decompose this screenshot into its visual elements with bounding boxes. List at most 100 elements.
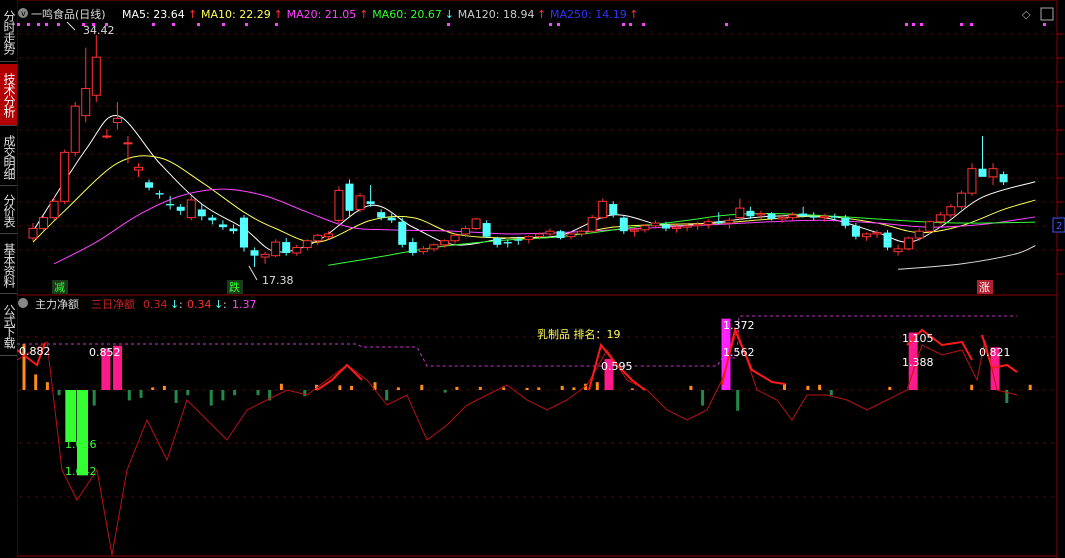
candle-body <box>777 217 787 220</box>
signal-dot <box>920 23 923 26</box>
candle-body <box>28 227 38 239</box>
moneyflow-bar <box>57 390 61 396</box>
price-header: v 一鸣食品(日线) MA5: 23.64 ↑ MA10: 22.29 ↑ MA20: … <box>18 7 1054 21</box>
candle-body <box>724 219 734 224</box>
candle-body <box>102 135 112 138</box>
indicator-collapse-icon[interactable] <box>18 298 28 308</box>
candle-body <box>387 217 396 221</box>
tab-timeshare[interactable]: 分时走势 <box>0 2 17 62</box>
moneyflow-bar <box>338 385 342 390</box>
candle-body <box>556 231 565 239</box>
candle-body <box>956 192 966 208</box>
signal-dot <box>960 23 963 26</box>
ma-legend-item: MA60: 20.67 <box>372 8 442 21</box>
candle-body <box>155 193 164 195</box>
ma120-line <box>898 245 1036 270</box>
candle-body <box>334 189 344 221</box>
svg-text::: : <box>179 298 183 311</box>
candle-body <box>946 206 956 216</box>
candle-body <box>861 233 871 238</box>
tab-price-table[interactable]: 分价表 <box>0 188 17 234</box>
price-annotations: 34.42 17.38 减 跌 涨 2 <box>52 21 1065 294</box>
candle-body <box>302 240 312 249</box>
drop-marker: 跌 <box>229 280 240 294</box>
indicator-header: 主力净额 三日净额 0.34 ↓ : 0.34 ↓ : 1.37 <box>18 297 257 311</box>
candle-body <box>650 222 660 227</box>
signal-dot <box>275 23 278 26</box>
candle-body <box>809 216 818 218</box>
candle-body <box>461 227 471 235</box>
diamond-icon[interactable]: ◇ <box>1022 8 1031 21</box>
candle-body <box>186 199 196 219</box>
candle-body <box>672 226 682 229</box>
chart-grid <box>17 0 1063 558</box>
ma-legend-item: MA5: 23.64 <box>122 8 185 21</box>
signal-dot <box>45 23 48 26</box>
signal-dot <box>197 23 200 26</box>
moneyflow-bar <box>478 386 482 390</box>
candle-body <box>967 168 977 194</box>
signal-dot <box>629 23 632 26</box>
moneyflow-bar <box>572 387 576 390</box>
candle-body <box>70 105 80 153</box>
moneyflow-bar <box>502 387 506 390</box>
moneyflow-bar <box>385 390 389 401</box>
moneyflow-bar <box>45 382 49 390</box>
moneyflow-bar <box>65 390 77 442</box>
candle-body <box>841 217 850 226</box>
moneyflow-value-label: 0.852 <box>89 346 121 359</box>
candle-body <box>229 228 238 232</box>
ma-trend-arrow: ↓ <box>445 8 454 21</box>
moneyflow-bar <box>736 390 740 411</box>
signal-dot <box>57 23 60 26</box>
candle-body <box>756 213 766 216</box>
candle-body <box>735 207 745 219</box>
candle-body <box>123 142 133 145</box>
moneyflow-value-label: 1.388 <box>902 356 934 369</box>
candle-body <box>218 224 227 228</box>
signal-dot <box>222 23 225 26</box>
candle-body <box>714 221 723 224</box>
moneyflow-bar <box>279 383 283 390</box>
kline-chart[interactable]: v 一鸣食品(日线) MA5: 23.64 ↑ MA10: 22.29 ↑ MA20: … <box>17 0 1065 558</box>
candle-body <box>999 174 1008 183</box>
signal-dots <box>17 23 1046 26</box>
moneyflow-bar <box>233 390 237 396</box>
indicator-value-2: 0.34 <box>187 298 212 311</box>
moneyflow-bar <box>888 386 892 390</box>
signal-dot <box>172 23 175 26</box>
moneyflow-value-label: 1.642 <box>65 465 97 478</box>
candle-body <box>629 229 639 232</box>
ma20-line <box>53 188 1036 265</box>
tab-basic-info[interactable]: 基本资料 <box>0 236 17 294</box>
candle-body <box>292 247 302 254</box>
moneyflow-bar <box>455 386 459 390</box>
moneyflow-value-label: 0.882 <box>19 345 51 358</box>
moneyflow-bar <box>92 390 96 406</box>
signal-dot <box>622 23 625 26</box>
candle-body <box>91 56 101 96</box>
moneyflow-value-label: 0.821 <box>979 346 1011 359</box>
window-toggle-icon[interactable] <box>1040 7 1054 21</box>
candle-body <box>577 230 587 235</box>
signal-dot <box>27 23 30 26</box>
signal-dot <box>1043 23 1046 26</box>
moneyflow-bar <box>806 385 810 390</box>
tab-trade-detail[interactable]: 成交明细 <box>0 128 17 186</box>
tab-technical-analysis[interactable]: 技术分析 <box>0 64 17 126</box>
moneyflow-bar <box>689 385 693 390</box>
moneyflow-bar <box>970 384 974 390</box>
ma-legend-item: MA20: 21.05 <box>287 8 357 21</box>
moneyflow-bar <box>630 388 634 390</box>
candle-body <box>240 217 248 248</box>
candle-body <box>609 204 618 215</box>
candle-body <box>524 236 534 240</box>
candle-body <box>418 248 428 253</box>
industry-rank: 乳制品 排名：19 <box>537 327 621 341</box>
tab-formula-download[interactable]: 公式下载 <box>0 296 17 356</box>
candle-body <box>250 250 259 256</box>
indicator-value-3: 1.37 <box>232 298 257 311</box>
candle-body <box>534 233 544 238</box>
candle-body <box>166 204 175 206</box>
candle-body <box>545 230 555 235</box>
